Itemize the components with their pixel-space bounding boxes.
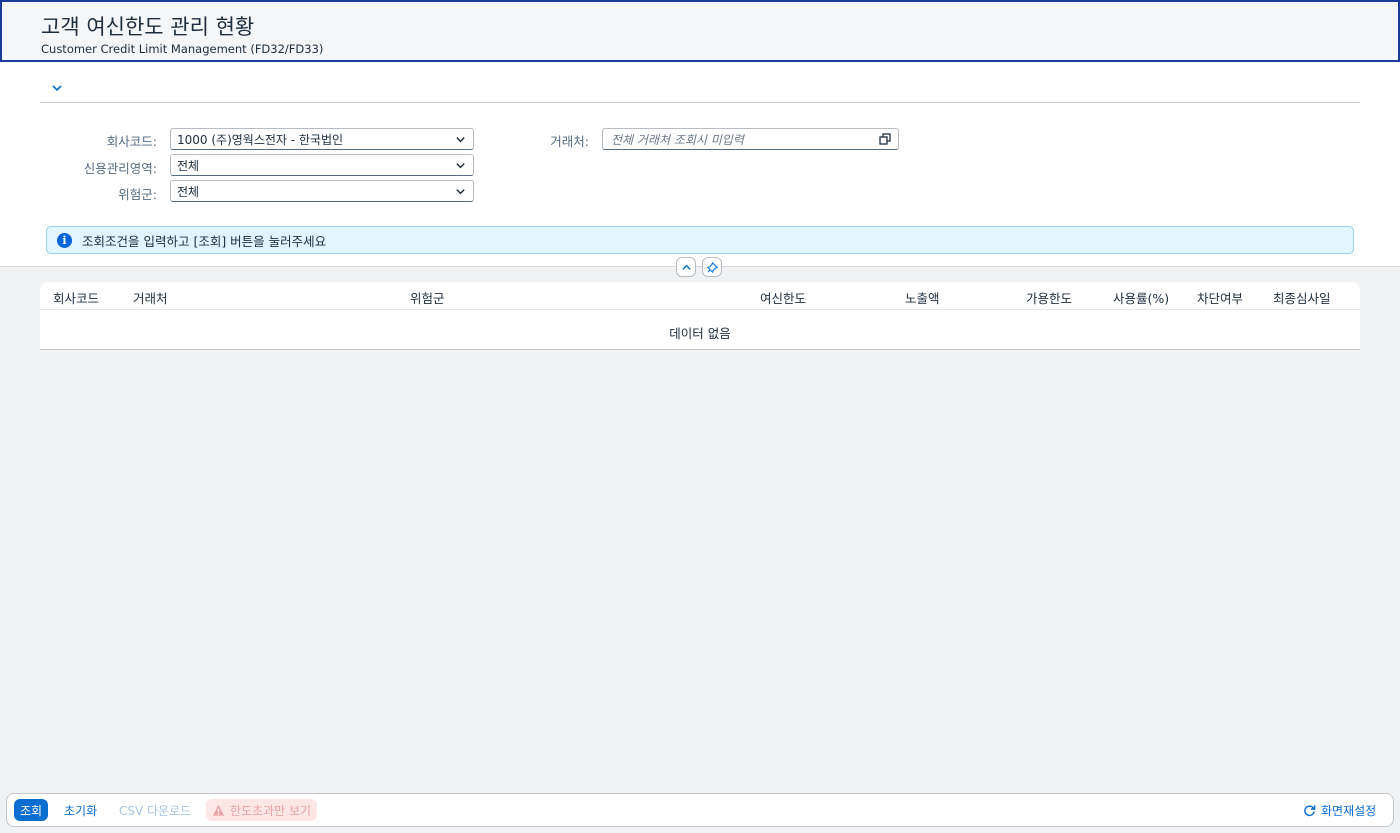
search-button[interactable]: 조회	[14, 799, 49, 821]
customer-label: 거래처:	[550, 134, 589, 149]
column-header-risk-group[interactable]: 위험군	[410, 288, 445, 307]
customer-input[interactable]: 전체 거래처 조회시 미입력	[602, 128, 899, 150]
chevron-down-icon	[447, 160, 473, 171]
company-code-value: 1000 (주)영웍스전자 - 한국법인	[177, 132, 344, 147]
collapse-up-icon	[681, 264, 691, 270]
column-header-customer[interactable]: 거래처	[133, 288, 168, 307]
pin-icon	[706, 261, 718, 273]
footer-toolbar: 조회 초기화 CSV 다운로드 한도초과만 보기 화면재설정	[6, 793, 1394, 827]
value-help-icon[interactable]	[872, 133, 898, 145]
pin-header-button[interactable]	[702, 257, 722, 277]
results-table: 회사코드 거래처 위험군 여신한도 노출액 가용한도 사용률(%) 차단여부 최…	[40, 282, 1360, 350]
risk-group-value: 전체	[177, 184, 200, 199]
reset-button[interactable]: 초기화	[58, 799, 103, 821]
filter-divider	[40, 102, 1360, 103]
over-limit-only-button[interactable]: 한도초과만 보기	[206, 799, 318, 821]
filter-bar: 회사코드: 1000 (주)영웍스전자 - 한국법인 신용관리영역: 전체 위험…	[0, 62, 1400, 267]
collapse-header-button[interactable]	[676, 257, 696, 277]
filter-expand-toggle[interactable]	[49, 80, 65, 96]
csv-download-button[interactable]: CSV 다운로드	[113, 799, 197, 821]
column-header-blocked[interactable]: 차단여부	[1197, 288, 1243, 307]
credit-area-label: 신용관리영역:	[83, 161, 157, 176]
page-title: 고객 여신한도 관리 현황	[41, 15, 255, 39]
credit-area-value: 전체	[177, 158, 200, 173]
risk-group-label: 위험군:	[118, 187, 157, 202]
column-header-company-code[interactable]: 회사코드	[53, 288, 99, 307]
chevron-down-icon	[447, 186, 473, 197]
company-code-label: 회사코드:	[106, 134, 157, 149]
column-header-last-review-date[interactable]: 최종심사일	[1273, 288, 1331, 307]
chevron-down-icon	[52, 85, 62, 92]
page-subtitle: Customer Credit Limit Management (FD32/F…	[41, 42, 324, 56]
over-limit-only-label: 한도초과만 보기	[230, 803, 312, 818]
table-header-row: 회사코드 거래처 위험군 여신한도 노출액 가용한도 사용률(%) 차단여부 최…	[40, 282, 1360, 310]
page-header: 고객 여신한도 관리 현황 Customer Credit Limit Mana…	[0, 0, 1400, 62]
info-message-strip: i 조회조건을 입력하고 [조회] 버튼을 눌러주세요	[46, 226, 1354, 254]
warning-icon	[212, 804, 225, 816]
company-code-select[interactable]: 1000 (주)영웍스전자 - 한국법인	[170, 128, 474, 150]
column-header-available-limit[interactable]: 가용한도	[1026, 288, 1072, 307]
column-header-exposure[interactable]: 노출액	[905, 288, 940, 307]
column-header-usage-rate[interactable]: 사용률(%)	[1113, 288, 1169, 307]
risk-group-select[interactable]: 전체	[170, 180, 474, 202]
refresh-icon	[1304, 804, 1316, 816]
credit-area-select[interactable]: 전체	[170, 154, 474, 176]
screen-reset-label: 화면재설정	[1321, 803, 1377, 818]
screen-reset-button[interactable]: 화면재설정	[1297, 799, 1382, 821]
info-message-text: 조회조건을 입력하고 [조회] 버튼을 눌러주세요	[82, 233, 327, 249]
info-icon: i	[57, 232, 72, 248]
customer-placeholder: 전체 거래처 조회시 미입력	[611, 132, 744, 147]
column-header-credit-limit[interactable]: 여신한도	[760, 288, 806, 307]
no-data-text: 데이터 없음	[669, 326, 731, 341]
